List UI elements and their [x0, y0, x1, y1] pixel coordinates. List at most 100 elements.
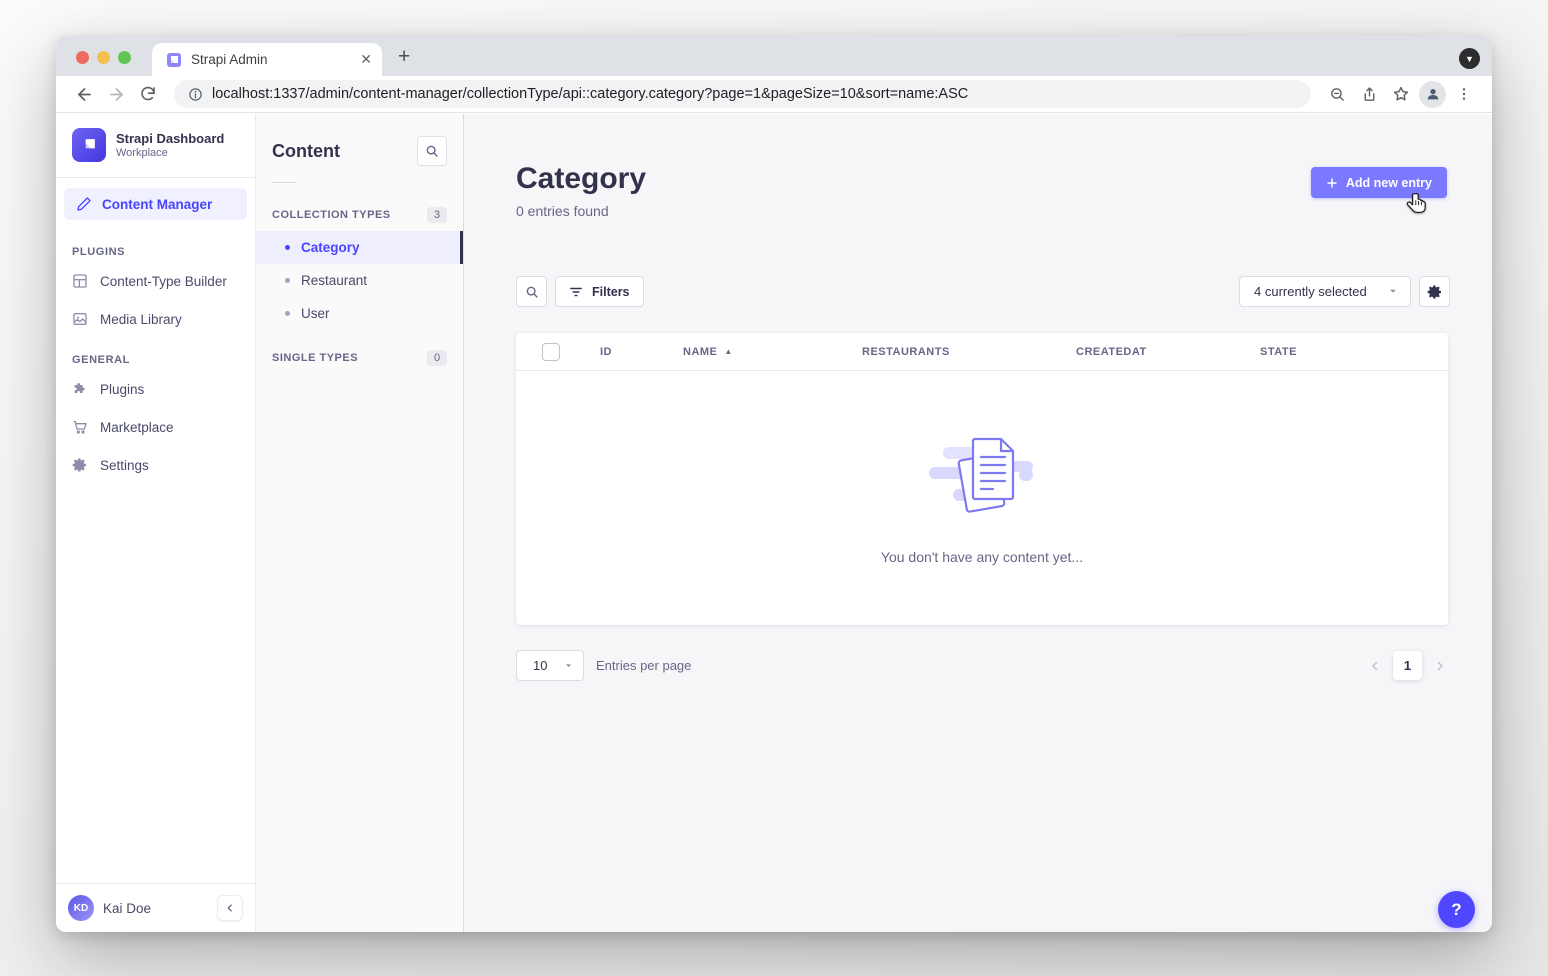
sidebar-item-plugins[interactable]: Plugins	[56, 370, 255, 408]
column-header-createdat[interactable]: CREATEDAT	[1076, 346, 1260, 358]
sidebar-item-marketplace[interactable]: Marketplace	[56, 408, 255, 446]
sidebar-item-label: Media Library	[100, 312, 182, 327]
plus-icon	[1326, 177, 1338, 189]
column-header-state[interactable]: STATE	[1260, 346, 1432, 358]
search-content-types-button[interactable]	[417, 136, 447, 166]
single-types-label: SINGLE TYPES	[272, 352, 358, 364]
sidebar-item-content-type-builder[interactable]: Content-Type Builder	[56, 262, 255, 300]
user-avatar[interactable]: KD	[68, 895, 94, 921]
section-label-plugins: PLUGINS	[56, 230, 255, 262]
chevron-down-icon	[1388, 284, 1398, 299]
entries-per-page-select[interactable]: 10	[516, 650, 584, 681]
user-name: Kai Doe	[103, 901, 208, 916]
search-entries-button[interactable]	[516, 276, 547, 307]
filter-icon	[569, 286, 583, 298]
bookmark-star-icon[interactable]	[1387, 80, 1415, 108]
sort-ascending-icon: ▲	[724, 347, 732, 356]
single-types-count-badge: 0	[427, 350, 447, 366]
pen-icon	[76, 196, 92, 212]
record-indicator-icon[interactable]: ▼	[1459, 48, 1480, 69]
empty-state-message: You don't have any content yet...	[881, 549, 1083, 565]
minimize-window-button[interactable]	[97, 51, 110, 64]
layout-grid-icon	[72, 273, 88, 289]
puzzle-icon	[72, 381, 88, 397]
fields-selected-dropdown[interactable]: 4 currently selected	[1239, 276, 1411, 307]
gear-icon	[72, 457, 88, 473]
content-types-panel: Content COLLECTION TYPES 3 Category Rest…	[256, 114, 464, 932]
filters-button[interactable]: Filters	[555, 276, 644, 307]
collapse-sidebar-button[interactable]	[217, 895, 243, 921]
empty-documents-illustration	[919, 431, 1045, 523]
collection-type-label: Category	[301, 240, 360, 255]
entries-per-page-label: Entries per page	[596, 658, 691, 673]
workspace-name: Workplace	[116, 147, 224, 159]
sidebar-item-settings[interactable]: Settings	[56, 446, 255, 484]
new-tab-button[interactable]: +	[398, 45, 410, 69]
collection-type-category[interactable]: Category	[256, 231, 463, 264]
search-icon	[425, 144, 439, 158]
collection-types-count-badge: 3	[427, 207, 447, 223]
main-sidebar: Strapi Dashboard Workplace Content Manag…	[56, 114, 256, 932]
main-content: Category 0 entries found Add new entry F…	[464, 114, 1492, 932]
sidebar-item-label: Content-Type Builder	[100, 274, 227, 289]
column-header-id[interactable]: ID	[600, 346, 683, 358]
help-button[interactable]: ?	[1438, 891, 1475, 928]
entries-per-page-value: 10	[533, 658, 547, 673]
collection-type-label: Restaurant	[301, 273, 367, 288]
section-label-general: GENERAL	[56, 338, 255, 370]
workspace-brand[interactable]: Strapi Dashboard Workplace	[56, 114, 255, 177]
browser-menu-icon[interactable]	[1450, 80, 1478, 108]
column-header-restaurants[interactable]: RESTAURANTS	[862, 346, 1076, 358]
filters-label: Filters	[592, 285, 630, 299]
back-button[interactable]	[70, 80, 98, 108]
url-text: localhost:1337/admin/content-manager/col…	[212, 86, 968, 102]
sidebar-item-content-manager[interactable]: Content Manager	[64, 188, 247, 220]
browser-toolbar: localhost:1337/admin/content-manager/col…	[56, 76, 1492, 113]
image-icon	[72, 311, 88, 327]
sidebar-item-label: Content Manager	[102, 197, 212, 212]
close-tab-icon[interactable]: ✕	[360, 51, 372, 68]
sidebar-item-media-library[interactable]: Media Library	[56, 300, 255, 338]
panel-title: Content	[272, 141, 340, 162]
select-all-checkbox[interactable]	[542, 343, 560, 361]
zoom-search-icon[interactable]	[1323, 80, 1351, 108]
forward-button[interactable]	[102, 80, 130, 108]
pagination-bar: 10 Entries per page 1	[516, 650, 1446, 681]
collection-type-user[interactable]: User	[256, 297, 463, 330]
previous-page-button[interactable]	[1369, 660, 1381, 672]
strapi-logo-icon	[72, 128, 106, 162]
column-header-name[interactable]: NAME ▲	[683, 346, 862, 358]
cart-icon	[72, 419, 88, 435]
url-bar[interactable]: localhost:1337/admin/content-manager/col…	[174, 80, 1311, 108]
sidebar-item-label: Plugins	[100, 382, 144, 397]
table-settings-button[interactable]	[1419, 276, 1450, 307]
collection-types-label: COLLECTION TYPES	[272, 209, 391, 221]
next-page-button[interactable]	[1434, 660, 1446, 672]
page-title: Category	[516, 162, 646, 196]
collection-type-restaurant[interactable]: Restaurant	[256, 264, 463, 297]
strapi-admin-app: Strapi Dashboard Workplace Content Manag…	[56, 114, 1492, 932]
page-number-button[interactable]: 1	[1393, 651, 1422, 680]
reload-button[interactable]	[134, 80, 162, 108]
close-window-button[interactable]	[76, 51, 89, 64]
user-footer: KD Kai Doe	[56, 883, 255, 932]
divider	[56, 177, 255, 178]
bullet-icon	[285, 245, 290, 250]
fields-selected-value: 4 currently selected	[1254, 284, 1367, 299]
divider	[272, 182, 296, 183]
browser-tab[interactable]: Strapi Admin ✕	[152, 43, 382, 76]
entries-count: 0 entries found	[516, 203, 609, 219]
chevron-left-icon	[225, 903, 235, 913]
strapi-favicon	[166, 52, 182, 68]
bullet-icon	[285, 311, 290, 316]
add-new-entry-button[interactable]: Add new entry	[1311, 167, 1447, 198]
site-info-icon[interactable]	[188, 87, 203, 102]
browser-window: Strapi Admin ✕ + ▼ localhost:1337/admin/…	[56, 36, 1492, 932]
tab-title: Strapi Admin	[191, 52, 351, 67]
maximize-window-button[interactable]	[118, 51, 131, 64]
browser-profile-avatar[interactable]	[1419, 81, 1446, 108]
share-icon[interactable]	[1355, 80, 1383, 108]
gear-icon	[1427, 284, 1443, 300]
empty-state: You don't have any content yet...	[516, 371, 1448, 625]
add-new-entry-label: Add new entry	[1346, 176, 1432, 190]
